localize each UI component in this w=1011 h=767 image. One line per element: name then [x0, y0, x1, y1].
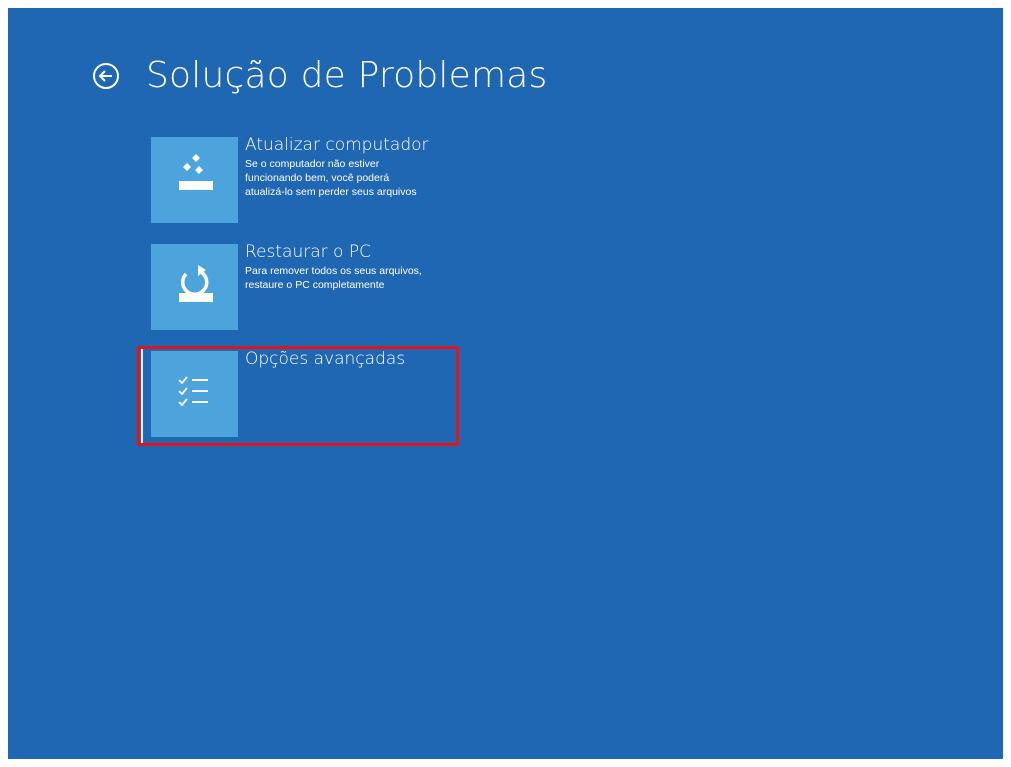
refresh-pc-icon-tile	[151, 137, 238, 223]
reset-pc-title: Restaurar o PC	[245, 242, 371, 262]
reset-pc-text: Restaurar o PC Para remover todos os seu…	[245, 241, 475, 292]
refresh-pc-text: Atualizar computador Se o computador não…	[245, 134, 475, 199]
reset-pc-icon-tile	[151, 244, 238, 330]
page-title: Solução de Problemas	[146, 55, 548, 96]
advanced-options-icon-tile	[151, 351, 238, 437]
reset-pc-icon	[178, 265, 213, 302]
checklist-icon	[177, 376, 208, 407]
reset-pc-description: Para remover todos os seus arquivos, res…	[245, 265, 422, 291]
focus-indicator	[141, 348, 143, 444]
refresh-pc-title: Atualizar computador	[245, 135, 429, 155]
back-arrow-circle-icon	[93, 63, 119, 89]
advanced-options-option[interactable]: Opções avançadas	[141, 348, 461, 444]
reset-pc-option[interactable]: Restaurar o PC Para remover todos os seu…	[141, 241, 461, 330]
refresh-pc-icon	[178, 154, 213, 190]
advanced-options-text: Opções avançadas	[245, 348, 475, 371]
back-button[interactable]	[88, 58, 124, 94]
header: Solução de Problemas	[88, 48, 547, 104]
advanced-options-title: Opções avançadas	[245, 349, 406, 369]
refresh-pc-description: Se o computador não estiver funcionando …	[245, 158, 417, 198]
troubleshoot-screen: Solução de Problemas Atualizar computado…	[8, 8, 1003, 759]
refresh-pc-option[interactable]: Atualizar computador Se o computador não…	[141, 134, 461, 223]
